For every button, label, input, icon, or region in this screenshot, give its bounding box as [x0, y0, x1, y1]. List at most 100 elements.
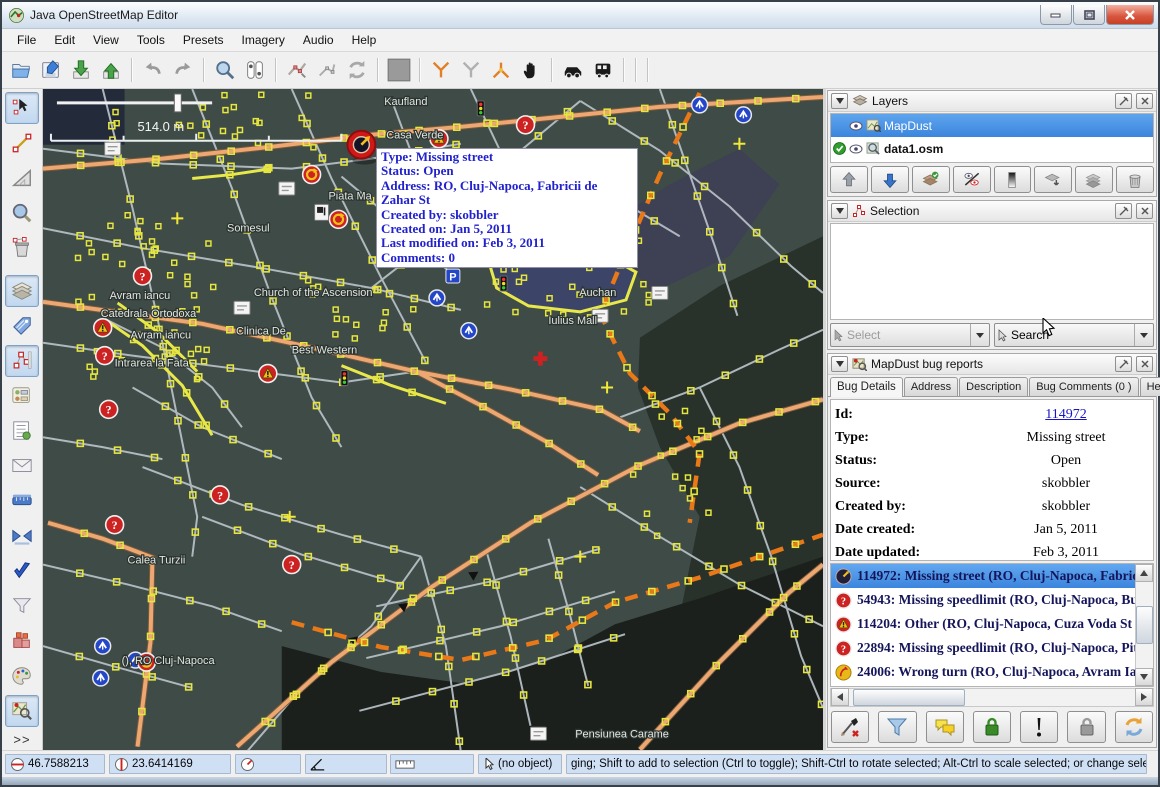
poi-box-marker[interactable] [105, 142, 121, 155]
merge-layer-button[interactable] [912, 166, 950, 193]
blue-marker[interactable] [95, 638, 111, 654]
tab-description[interactable]: Description [959, 377, 1028, 396]
select-dropdown-button[interactable]: Select [830, 323, 990, 347]
move-layer-button[interactable] [1075, 166, 1113, 193]
scroll-down-icon[interactable] [1135, 668, 1153, 686]
vertical-scrollbar[interactable] [1135, 564, 1153, 686]
red-cross-marker[interactable] [533, 352, 547, 366]
notes-toggle-button[interactable] [5, 450, 39, 482]
warning-marker[interactable] [259, 365, 277, 383]
layer-up-button[interactable] [830, 166, 868, 193]
traffic-light-marker[interactable] [341, 371, 348, 386]
imagery-button[interactable] [384, 56, 414, 84]
map-view[interactable]: ???????P514.0 mKauflandCasa VerdeSomesul… [43, 89, 823, 750]
upload-button[interactable] [96, 56, 126, 84]
warning-marker[interactable] [94, 319, 112, 337]
pan-hand-button[interactable] [516, 56, 546, 84]
refresh-bugs-button[interactable] [1115, 711, 1153, 743]
bug-list-item[interactable]: 114204: Other (RO, Cluj-Napoca, Cuza Vod… [831, 612, 1153, 636]
invalidate-bug-button[interactable] [1020, 711, 1058, 743]
delete-layer-button[interactable] [1116, 166, 1154, 193]
show-hide-layer-button[interactable] [953, 166, 991, 193]
question-marker[interactable]: ? [100, 400, 118, 418]
sticky-icon[interactable] [1115, 93, 1132, 109]
scroll-up-icon[interactable] [1135, 564, 1153, 582]
menu-view[interactable]: View [84, 30, 128, 50]
question-marker[interactable]: ? [134, 267, 152, 285]
close-button[interactable] [1106, 5, 1154, 25]
download-button[interactable] [66, 56, 96, 84]
split-way-button[interactable] [486, 56, 516, 84]
tags-toggle-button[interactable] [5, 310, 39, 342]
follow-line-button[interactable] [456, 56, 486, 84]
scroll-right-icon[interactable] [1135, 688, 1153, 706]
menu-tools[interactable]: Tools [128, 30, 174, 50]
bug-list-item[interactable]: 24006: Wrong turn (RO, Cluj-Napoca, Avra… [831, 660, 1153, 684]
collapse-icon[interactable] [831, 356, 848, 372]
comment-bug-button[interactable] [926, 711, 964, 743]
merge-ways-button[interactable] [426, 56, 456, 84]
zoom-selection-button[interactable] [210, 56, 240, 84]
question-marker[interactable]: ? [211, 486, 229, 504]
bug-id-link[interactable]: 114972 [1045, 407, 1086, 422]
poi-box-marker[interactable] [530, 727, 546, 740]
parking-marker[interactable]: P [446, 269, 460, 283]
car-button[interactable] [558, 56, 588, 84]
scroll-thumb[interactable] [1136, 606, 1153, 644]
tab-address[interactable]: Address [904, 377, 958, 396]
command-stack-toggle-button[interactable] [5, 415, 39, 447]
filter-bugs-button[interactable] [878, 711, 916, 743]
collapse-icon[interactable] [831, 203, 848, 219]
draw-node-tool-button[interactable] [5, 127, 39, 159]
blue-marker[interactable] [735, 107, 751, 123]
question-marker[interactable]: ? [517, 116, 535, 134]
reopen-bug-button[interactable] [1067, 711, 1105, 743]
select-tool-button[interactable] [5, 92, 39, 124]
redo-button[interactable] [168, 56, 198, 84]
mappaint-toggle-button[interactable] [5, 660, 39, 692]
delete-tool-button[interactable] [5, 232, 39, 264]
duplicate-layer-button[interactable] [1034, 166, 1072, 193]
edit-tools-button[interactable] [312, 56, 342, 84]
close-panel-icon[interactable] [1136, 203, 1153, 219]
horizontal-scrollbar[interactable] [830, 688, 1154, 707]
traffic-light-marker[interactable] [477, 101, 484, 116]
download-gps-button[interactable] [282, 56, 312, 84]
menu-audio[interactable]: Audio [294, 30, 343, 50]
poi-box-marker[interactable] [652, 286, 668, 299]
sticky-icon[interactable] [1115, 356, 1132, 372]
scroll-thumb[interactable] [853, 689, 965, 706]
turn-marker[interactable] [330, 210, 348, 228]
bus-button[interactable] [588, 56, 618, 84]
layer-opacity-button[interactable] [994, 166, 1032, 193]
changeset-toggle-button[interactable] [5, 625, 39, 657]
menu-edit[interactable]: Edit [45, 30, 84, 50]
selection-toggle-button[interactable] [5, 345, 39, 377]
question-marker[interactable]: ? [283, 556, 301, 574]
menu-file[interactable]: File [8, 30, 45, 50]
traffic-light-marker[interactable] [500, 276, 507, 291]
mapdust-toggle-button[interactable] [5, 695, 39, 727]
selected-bug-marker[interactable] [347, 131, 376, 165]
fuel-marker[interactable] [315, 204, 329, 220]
question-marker[interactable]: ? [96, 347, 114, 365]
layer-row-mapdust[interactable]: MapDust [831, 114, 1153, 137]
tab-bug-details[interactable]: Bug Details [830, 377, 903, 397]
title-bar[interactable]: Java OpenStreetMap Editor [2, 2, 1158, 29]
collapse-icon[interactable] [831, 93, 848, 109]
open-button[interactable] [6, 56, 36, 84]
bug-list-item[interactable]: ?22894: Missing speedlimit (RO, Cluj-Nap… [831, 636, 1153, 660]
close-bug-button[interactable] [973, 711, 1011, 743]
tab-help[interactable]: Help [1140, 377, 1160, 396]
poi-box-marker[interactable] [234, 301, 250, 314]
relations-toggle-button[interactable] [5, 380, 39, 412]
visibility-eye-icon[interactable] [849, 121, 863, 131]
menu-imagery[interactable]: Imagery [233, 30, 294, 50]
validator-toggle-button[interactable] [5, 555, 39, 587]
layer-row-data1.osm[interactable]: data1.osm [831, 137, 1153, 160]
tab-bug-comments-0[interactable]: Bug Comments (0 ) [1029, 377, 1138, 396]
blue-marker[interactable] [692, 97, 708, 113]
layer-down-button[interactable] [871, 166, 909, 193]
layers-toggle-button[interactable] [5, 275, 39, 307]
dropdown-arrow-icon[interactable] [970, 324, 989, 346]
